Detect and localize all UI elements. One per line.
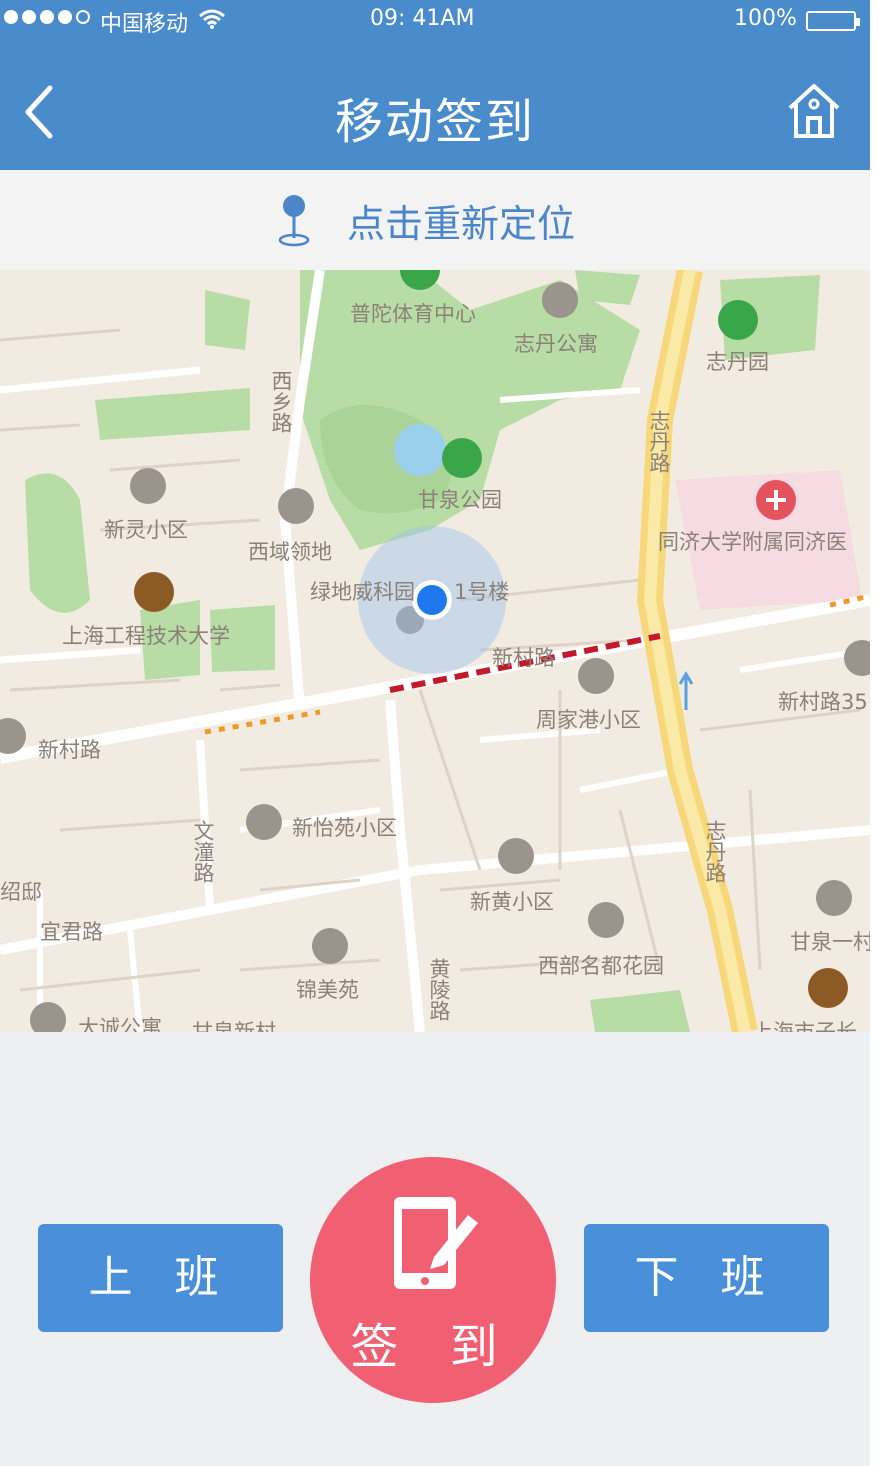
map-label: 宜君路 — [40, 920, 103, 944]
home-button[interactable] — [784, 80, 844, 140]
clock: 09: 41AM — [370, 6, 475, 31]
map-label: 志丹路 — [703, 820, 727, 883]
home-icon — [788, 84, 840, 138]
relocate-label[interactable]: 点击重新定位 — [347, 193, 575, 248]
map-label: 1号楼 — [454, 580, 510, 604]
map-label: 大诚公寓 — [78, 1016, 162, 1032]
map-label: 新村路35 — [778, 690, 868, 714]
map-view[interactable]: 普陀体育中心 志丹公寓 志丹园 西乡路 甘泉公园 新灵小区 西域领地 绿地威科园… — [0, 270, 870, 1032]
map-label: 绍邸 — [0, 880, 42, 904]
battery-percent: 100% — [734, 6, 797, 31]
off-duty-button[interactable]: 下 班 — [584, 1224, 829, 1332]
map-label: 志丹园 — [706, 350, 769, 374]
on-duty-button[interactable]: 上 班 — [38, 1224, 283, 1332]
map-label: 甘泉新村 — [192, 1020, 276, 1032]
map-label: 西部名都花园 — [538, 954, 664, 978]
location-pin-icon — [278, 195, 310, 247]
map-label: 志丹公寓 — [514, 332, 598, 356]
battery-icon — [806, 11, 860, 31]
map-label: 绿地威科园 — [310, 580, 415, 604]
map-label: 锦美苑 — [296, 978, 359, 1002]
map-label: 周家港小区 — [536, 708, 641, 732]
map-label: 甘泉公园 — [418, 488, 502, 512]
map-label: 上海市子长 — [752, 1020, 857, 1032]
status-bar: 中国移动 09: 41AM 100% — [0, 0, 870, 44]
map-label: 新村路 — [38, 738, 101, 762]
map-label: 新村路 — [492, 646, 555, 670]
nav-bar: 移动签到 — [0, 44, 870, 170]
map-label: 上海工程技术大学 — [62, 624, 230, 648]
relocate-bar[interactable]: 点击重新定位 — [0, 170, 870, 270]
carrier-name: 中国移动 — [100, 12, 189, 37]
current-location-marker — [417, 585, 447, 615]
map-label: 黄陵路 — [427, 958, 451, 1021]
map-label: 新怡苑小区 — [292, 816, 397, 840]
map-canvas — [0, 270, 870, 1032]
map-label: 甘泉一村 — [790, 930, 870, 954]
map-label: 西域领地 — [248, 540, 332, 564]
page-title: 移动签到 — [334, 94, 535, 150]
map-label: 文潼路 — [191, 820, 215, 883]
wifi-icon — [198, 8, 226, 34]
map-label: 普陀体育中心 — [350, 302, 476, 326]
check-in-label: 签 到 — [350, 1319, 516, 1375]
map-label: 新黄小区 — [470, 890, 554, 914]
map-label: 新灵小区 — [104, 518, 188, 542]
check-in-button[interactable]: 签 到 — [310, 1157, 556, 1403]
signal-strength-icon — [4, 10, 90, 24]
phone-sign-icon — [394, 1197, 478, 1289]
map-label: 志丹路 — [647, 410, 671, 473]
map-label: 同济大学附属同济医 — [658, 530, 847, 554]
map-label: 西乡路 — [269, 370, 293, 433]
screen-edge — [870, 0, 878, 1466]
